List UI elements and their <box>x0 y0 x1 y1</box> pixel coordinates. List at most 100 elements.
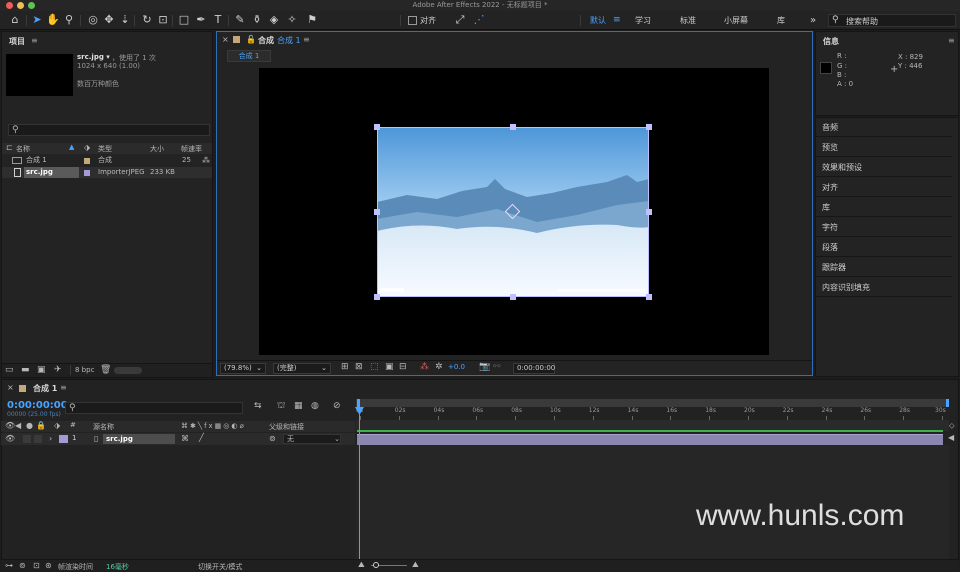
layer-duration-bar[interactable] <box>357 434 943 445</box>
exposure-reset-icon[interactable]: ✲ <box>435 362 443 372</box>
pen-tool-icon[interactable]: ✒ <box>194 13 208 27</box>
label-color-swatch[interactable] <box>84 170 90 176</box>
comp-tab[interactable]: 合成 1 <box>227 50 271 62</box>
rotation-tool-icon[interactable]: ↻ <box>140 13 154 27</box>
timeline-search-input[interactable]: ⚲ <box>65 402 243 414</box>
transform-handle[interactable] <box>646 124 652 130</box>
grid-guides-icon[interactable]: ⊟ <box>399 362 407 372</box>
clone-stamp-tool-icon[interactable]: ⚱ <box>250 13 264 27</box>
zoom-tool-icon[interactable]: ⚲ <box>62 13 76 27</box>
workspace-learn[interactable]: 学习 <box>635 14 651 27</box>
show-snapshot-icon[interactable]: ⚯ <box>493 362 501 372</box>
render-time-icon[interactable]: ⊛ <box>45 561 52 570</box>
zoom-window-button[interactable] <box>28 2 35 9</box>
comp-panel-name[interactable]: 合成 1 <box>277 35 301 46</box>
comp-viewer-canvas[interactable] <box>259 68 769 355</box>
work-area-start-handle[interactable] <box>357 399 360 407</box>
shy-switch-icon[interactable]: ⌘ <box>181 434 189 443</box>
rectangle-tool-icon[interactable]: □ <box>177 13 191 27</box>
toggle-transfer-controls-icon[interactable]: ⊚ <box>19 561 26 570</box>
transform-handle[interactable] <box>646 209 652 215</box>
project-item-comp[interactable]: 合成 1 合成 25 ⁂ <box>2 155 212 166</box>
project-item-src[interactable]: src.jpg ImporterJPEG 233 KB <box>2 167 212 178</box>
current-time-display[interactable]: 0:00:00:00 <box>513 363 555 374</box>
motion-blur-icon[interactable]: ◍ <box>311 401 319 411</box>
transform-handle[interactable] <box>374 294 380 300</box>
transform-handle[interactable] <box>374 124 380 130</box>
panel-character[interactable]: 字符 <box>816 218 952 237</box>
sort-up-icon[interactable]: ▲ <box>69 143 74 151</box>
workspace-small-screen[interactable]: 小屏幕 <box>724 14 748 27</box>
transform-handle[interactable] <box>646 294 652 300</box>
parent-link-column[interactable]: 父级和链接 <box>269 422 304 432</box>
snapshot-icon[interactable]: 📷 <box>479 362 490 372</box>
toggle-switches-modes[interactable]: 切换开关/模式 <box>198 562 242 572</box>
comp-mini-flowchart-icon[interactable]: ⇆ <box>254 401 262 411</box>
parent-select[interactable]: 无 ⌄ <box>283 434 341 444</box>
lock-icon[interactable]: 🔓 <box>246 35 256 44</box>
panel-tracker[interactable]: 跟踪器 <box>816 258 952 277</box>
orbit-camera-icon[interactable]: ◎ <box>86 13 100 27</box>
channel-icon[interactable]: ⁂ <box>420 362 429 372</box>
panel-preview[interactable]: 预览 <box>816 138 952 157</box>
panel-menu-icon[interactable]: ≡ <box>60 383 67 392</box>
toggle-in-out-icon[interactable]: ⊡ <box>33 561 40 570</box>
column-name[interactable]: 名称 <box>16 144 30 154</box>
fast-preview-icon[interactable]: ⊞ <box>341 362 349 372</box>
text-tool-icon[interactable]: T <box>211 13 225 27</box>
help-search-field[interactable]: ⚲ 搜索帮助 <box>828 14 956 27</box>
panel-effects-presets[interactable]: 效果和预设 <box>816 158 952 177</box>
pan-camera-icon[interactable]: ✥ <box>102 13 116 27</box>
panel-audio[interactable]: 音频 <box>816 118 952 137</box>
brush-tool-icon[interactable]: ✎ <box>233 13 247 27</box>
eye-icon[interactable]: 👁 <box>5 434 15 443</box>
flowchart-icon[interactable]: ⁂ <box>202 155 210 166</box>
quality-switch-icon[interactable]: ╱ <box>199 433 204 442</box>
resolution-select[interactable]: (完整) ⌄ <box>273 363 331 374</box>
home-icon[interactable]: ⌂ <box>8 13 22 27</box>
trash-icon[interactable]: 🗑 <box>100 365 111 375</box>
hand-tool-icon[interactable]: ✋ <box>46 13 60 27</box>
new-composition-icon[interactable]: ▣ <box>37 365 46 375</box>
workspace-default[interactable]: 默认 <box>590 14 606 27</box>
timeline-current-time[interactable]: 0:00:00:00 <box>7 400 68 411</box>
graph-editor-icon[interactable]: ⊘ <box>333 401 341 411</box>
selection-tool-icon[interactable]: ➤ <box>30 13 44 27</box>
scroll-end-icon[interactable]: ◀ <box>948 433 954 442</box>
column-size[interactable]: 大小 <box>150 144 164 154</box>
column-type[interactable]: 类型 <box>98 144 112 154</box>
work-area-end-handle[interactable] <box>946 399 949 407</box>
panel-menu-icon[interactable]: ≡ <box>31 36 38 45</box>
thumbnail-scrollbar[interactable] <box>114 367 142 374</box>
roto-brush-tool-icon[interactable]: ✧ <box>285 13 299 27</box>
zoom-select[interactable]: (79.8%) ⌄ <box>220 363 266 374</box>
more-workspaces-icon[interactable]: » <box>810 14 816 27</box>
panel-content-aware-fill[interactable]: 内容识别填充 <box>816 278 952 297</box>
workspace-library[interactable]: 库 <box>777 14 785 27</box>
workspace-menu-icon[interactable]: ≡ <box>613 14 621 27</box>
transparency-grid-icon[interactable]: ⊠ <box>355 362 363 372</box>
source-name-column[interactable]: 源名称 <box>93 422 114 432</box>
close-icon[interactable]: × <box>7 383 14 392</box>
label-color-swatch[interactable] <box>84 158 90 164</box>
close-icon[interactable]: × <box>222 35 229 44</box>
zoom-in-icon[interactable]: ⛰ <box>412 560 419 570</box>
layer-row[interactable]: 👁 › 1 ▯ src.jpg ⌘ ╱ ⊚ 无 ⌄ <box>1 433 355 445</box>
work-area-bar[interactable] <box>356 399 949 407</box>
region-of-interest-icon[interactable]: ▣ <box>385 362 394 372</box>
pickwhip-icon[interactable]: ⊚ <box>269 434 276 443</box>
panel-libraries[interactable]: 库 <box>816 198 952 217</box>
bit-depth[interactable]: 8 bpc <box>75 366 94 374</box>
project-search-input[interactable]: ⚲ <box>8 124 210 136</box>
toggle-layer-switches-icon[interactable]: ⊶ <box>5 561 13 570</box>
solo-toggle[interactable] <box>34 435 42 443</box>
snap-grid-icon[interactable]: ⋰ <box>472 13 486 27</box>
exposure-value[interactable]: +0.0 <box>448 363 465 371</box>
audio-toggle[interactable] <box>23 435 31 443</box>
minimize-window-button[interactable] <box>17 2 24 9</box>
panel-menu-icon[interactable]: ≡ <box>948 36 955 45</box>
transform-handle[interactable] <box>374 209 380 215</box>
panel-paragraph[interactable]: 段落 <box>816 238 952 257</box>
expand-chevron-icon[interactable]: › <box>49 434 52 443</box>
mask-visibility-icon[interactable]: ⬚ <box>370 362 379 372</box>
